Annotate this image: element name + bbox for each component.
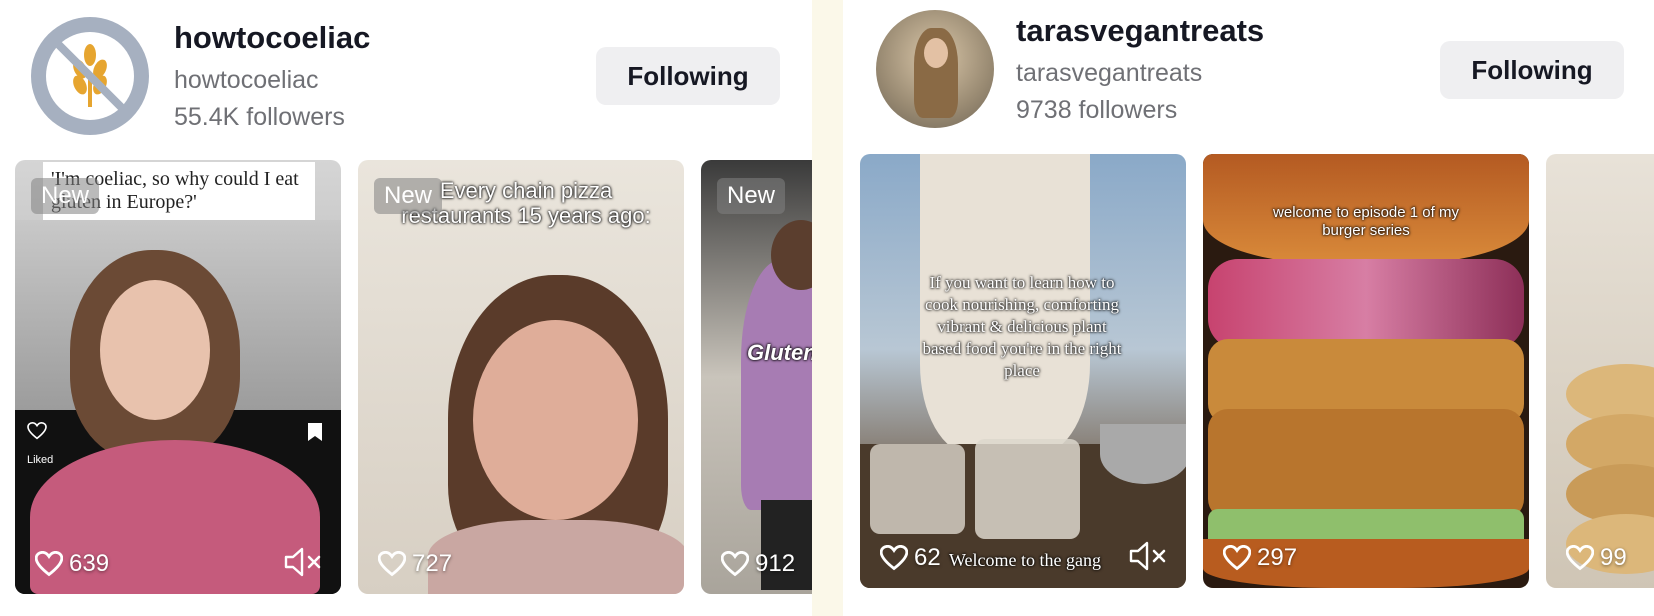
video-still <box>1546 154 1654 588</box>
video-card[interactable]: Every chain pizza restaurants 15 years a… <box>358 160 684 594</box>
video-caption: If you want to learn how to cook nourish… <box>922 273 1122 380</box>
profile-card-tarasvegantreats: tarasvegantreats tarasvegantreats 9738 f… <box>843 0 1654 616</box>
heart-icon <box>1566 545 1594 571</box>
like-count-value: 297 <box>1257 544 1298 571</box>
username[interactable]: tarasvegantreats <box>1016 13 1264 49</box>
following-button[interactable]: Following <box>1440 41 1624 99</box>
like-count[interactable]: 62 <box>880 544 941 572</box>
follower-count: 9738 followers <box>1016 96 1178 124</box>
like-count-value: 727 <box>412 550 453 577</box>
video-caption: welcome to episode 1 of my burger series <box>1273 204 1459 239</box>
new-badge: New <box>374 178 443 214</box>
like-count[interactable]: 297 <box>1223 544 1297 572</box>
video-card[interactable]: welcome to episode 1 of my burger series… <box>1203 154 1529 588</box>
handle: tarasvegantreats <box>1016 59 1203 87</box>
like-count[interactable]: 99 <box>1566 544 1627 572</box>
heart-icon <box>378 551 406 577</box>
liked-label: Liked <box>27 454 54 466</box>
heart-icon <box>35 551 63 577</box>
handle: howtocoeliac <box>174 66 319 94</box>
video-card[interactable]: Gluten New 912 <box>701 160 812 594</box>
mute-icon[interactable] <box>1128 540 1170 572</box>
avatar-face <box>924 38 948 68</box>
like-count[interactable]: 727 <box>378 550 452 578</box>
mute-icon[interactable] <box>283 546 325 578</box>
like-count-value: 62 <box>914 544 941 571</box>
heart-icon <box>880 545 908 571</box>
new-badge: New <box>31 178 100 214</box>
heart-icon <box>27 422 47 440</box>
bookmark-icon <box>308 423 322 441</box>
like-count-value: 639 <box>69 550 110 577</box>
video-card[interactable]: 'I'm coeliac, so why could I eat gluten … <box>15 160 341 594</box>
heart-icon <box>721 551 749 577</box>
video-still <box>701 160 812 594</box>
video-card[interactable]: 99 <box>1546 154 1654 588</box>
wheat-crossed-icon <box>46 32 134 120</box>
username[interactable]: howtocoeliac <box>174 20 370 56</box>
like-count[interactable]: 639 <box>35 550 109 578</box>
heart-icon <box>1223 545 1251 571</box>
like-count[interactable]: 912 <box>721 550 795 578</box>
profile-card-howtocoeliac: howtocoeliac howtocoeliac 55.4K follower… <box>0 0 812 616</box>
video-still <box>15 160 341 594</box>
panel-divider <box>812 0 843 616</box>
video-caption: Gluten <box>747 340 812 365</box>
avatar[interactable] <box>876 10 994 128</box>
new-badge: New <box>717 178 786 214</box>
video-subcaption: Welcome to the gang <box>949 550 1101 570</box>
following-button[interactable]: Following <box>596 47 780 105</box>
like-count-value: 912 <box>755 550 796 577</box>
avatar[interactable] <box>31 17 149 135</box>
follower-count: 55.4K followers <box>174 103 345 131</box>
like-count-value: 99 <box>1600 544 1627 571</box>
video-card[interactable]: If you want to learn how to cook nourish… <box>860 154 1186 588</box>
